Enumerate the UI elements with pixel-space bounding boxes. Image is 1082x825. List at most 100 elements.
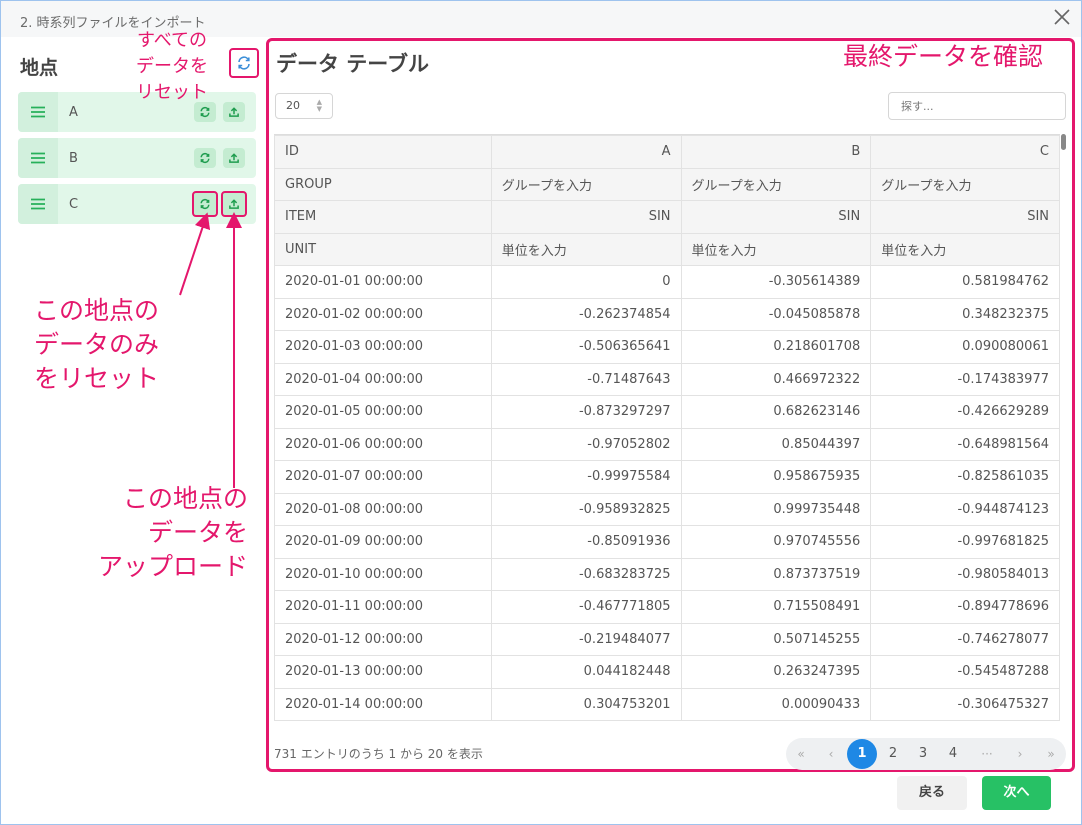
next-page-button[interactable]: › [1005,738,1035,770]
value-cell: -0.174383977 [870,362,1060,396]
row-label-cell: 2020-01-11 00:00:00 [274,590,492,624]
prev-page-button[interactable]: ‹ [816,738,846,770]
reset-all-button[interactable] [229,48,259,78]
value-cell: 0.090080061 [870,330,1060,364]
table-row: 2020-01-13 00:00:00 0.044182448 0.26324739… [274,655,1060,689]
drag-handle-icon[interactable] [18,92,58,132]
next-button[interactable]: 次へ [982,776,1051,810]
page-button-3[interactable]: 3 [908,738,938,770]
table-row: 2020-01-06 00:00:00 -0.97052802 0.85044397… [274,427,1060,461]
page-button-1[interactable]: 1 [847,739,877,769]
value-cell: 0.00090433 [680,687,872,721]
annotation-line: リセット [136,82,208,103]
value-cell: -0.262374854 [490,297,682,331]
entries-info: 731 エントリのうち 1 から 20 を表示 [274,747,483,761]
row-label-cell: 2020-01-09 00:00:00 [274,525,492,559]
row-label-cell: ID [274,135,492,169]
scrollbar-thumb[interactable] [1061,134,1066,150]
value-cell[interactable]: 単位を入力 [870,232,1060,266]
meta-row: GROUP グループを入力 グループを入力 グループを入力 [274,167,1060,201]
value-cell: SIN [870,200,1060,234]
value-cell: -0.97052802 [490,427,682,461]
reset-location-button[interactable] [194,148,216,168]
row-label-cell: 2020-01-12 00:00:00 [274,622,492,656]
value-cell: -0.71487643 [490,362,682,396]
table-row: 2020-01-05 00:00:00 -0.873297297 0.6826231… [274,395,1060,429]
annotation-line: データを [147,518,248,547]
upload-location-button[interactable] [223,102,245,122]
drag-handle-icon[interactable] [18,184,58,224]
location-label: B [69,151,78,166]
row-label-cell: 2020-01-08 00:00:00 [274,492,492,526]
refresh-icon [200,198,210,210]
table-row: 2020-01-01 00:00:00 0 -0.305614389 0.581984… [274,265,1060,299]
row-label-cell: ITEM [274,200,492,234]
table-row: 2020-01-04 00:00:00 -0.71487643 0.46697232… [274,362,1060,396]
value-cell[interactable]: 単位を入力 [680,232,872,266]
value-cell: 0.999735448 [680,492,872,526]
value-cell: -0.873297297 [490,395,682,429]
upload-location-button[interactable] [221,191,247,217]
value-cell: 0.970745556 [680,525,872,559]
header-row: ID A B C [274,135,1060,169]
upload-location-button[interactable] [223,148,245,168]
table-row: 2020-01-09 00:00:00 -0.85091936 0.97074555… [274,525,1060,559]
reset-location-button[interactable] [192,191,218,217]
value-cell: 0.507145255 [680,622,872,656]
row-label-cell: 2020-01-05 00:00:00 [274,395,492,429]
panel-title: データ テーブル [276,52,430,76]
value-cell: -0.467771805 [490,590,682,624]
annotation-upload-one: この地点の データを アップロード [98,482,248,584]
value-cell: -0.045085878 [680,297,872,331]
value-cell: -0.85091936 [490,525,682,559]
value-cell[interactable]: グループを入力 [870,167,1060,201]
row-label-cell: 2020-01-07 00:00:00 [274,460,492,494]
value-cell: -0.894778696 [870,590,1060,624]
location-label: A [69,105,78,120]
value-cell: 0.348232375 [870,297,1060,331]
table-row: 2020-01-14 00:00:00 0.304753201 0.00090433… [274,687,1060,721]
value-cell: 0 [490,265,682,299]
value-cell: -0.746278077 [870,622,1060,656]
value-cell[interactable]: グループを入力 [490,167,682,201]
annotation-line: データを [136,56,208,77]
value-cell[interactable]: 単位を入力 [490,232,682,266]
table-scrollbar[interactable] [1061,134,1067,722]
row-label-cell: 2020-01-10 00:00:00 [274,557,492,591]
row-label-cell: 2020-01-13 00:00:00 [274,655,492,689]
meta-row: ITEM SIN SIN SIN [274,200,1060,234]
value-cell: -0.958932825 [490,492,682,526]
close-button[interactable] [1044,0,1080,34]
location-item-c[interactable]: C [18,184,256,224]
page-button-2[interactable]: 2 [878,738,908,770]
back-button[interactable]: 戻る [897,776,967,810]
first-page-button[interactable]: « [786,738,816,770]
value-cell: -0.506365641 [490,330,682,364]
table-row: 2020-01-10 00:00:00 -0.683283725 0.8737375… [274,557,1060,591]
value-cell[interactable]: グループを入力 [680,167,872,201]
row-label-cell: 2020-01-03 00:00:00 [274,330,492,364]
value-cell: -0.219484077 [490,622,682,656]
annotation-reset-all: すべての データを リセット [136,28,208,106]
annotation-line: すべての [136,30,208,51]
search-input[interactable] [888,92,1066,120]
location-label: C [69,197,79,212]
refresh-icon [200,152,210,164]
value-cell: -0.426629289 [870,395,1060,429]
last-page-button[interactable]: » [1036,738,1066,770]
value-cell: 0.581984762 [870,265,1060,299]
value-cell: -0.683283725 [490,557,682,591]
drag-handle-icon[interactable] [18,138,58,178]
location-item-b[interactable]: B [18,138,256,178]
table-row: 2020-01-03 00:00:00 -0.506365641 0.2186017… [274,330,1060,364]
value-cell: -0.99975584 [490,460,682,494]
value-cell: SIN [490,200,682,234]
value-cell: 0.466972322 [680,362,872,396]
meta-row: UNIT 単位を入力 単位を入力 単位を入力 [274,232,1060,266]
annotation-line: をリセット [34,364,160,393]
pagination: « ‹ 1 2 3 4 ··· › » [786,738,1066,770]
page-size-select[interactable]: 20 ▲ ▼ [275,93,333,119]
value-cell: -0.825861035 [870,460,1060,494]
refresh-icon [200,106,210,118]
page-button-4[interactable]: 4 [938,738,968,770]
